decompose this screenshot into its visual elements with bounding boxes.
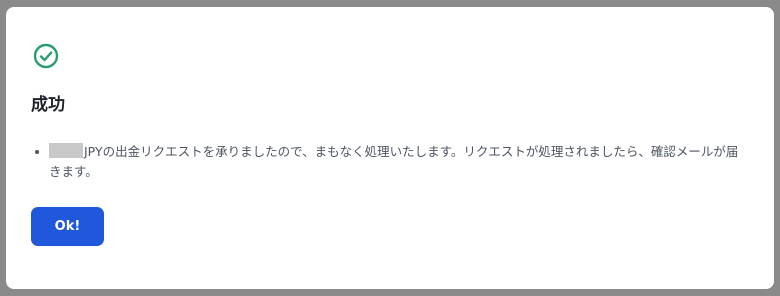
message-text: JPYの出金リクエストを承りましたので、まもなく処理いたします。リクエストが処理… (49, 144, 739, 179)
success-dialog: 成功 JPYの出金リクエストを承りましたので、まもなく処理いたします。リクエスト… (6, 7, 774, 289)
check-circle-icon (33, 43, 59, 69)
dialog-title: 成功 (31, 95, 65, 115)
message-list: JPYの出金リクエストを承りましたので、まもなく処理いたします。リクエストが処理… (31, 142, 746, 182)
bullet (35, 150, 39, 154)
message-item: JPYの出金リクエストを承りましたので、まもなく処理いたします。リクエストが処理… (31, 142, 746, 182)
redacted-amount (49, 143, 83, 158)
ok-button[interactable]: Ok! (31, 207, 104, 246)
